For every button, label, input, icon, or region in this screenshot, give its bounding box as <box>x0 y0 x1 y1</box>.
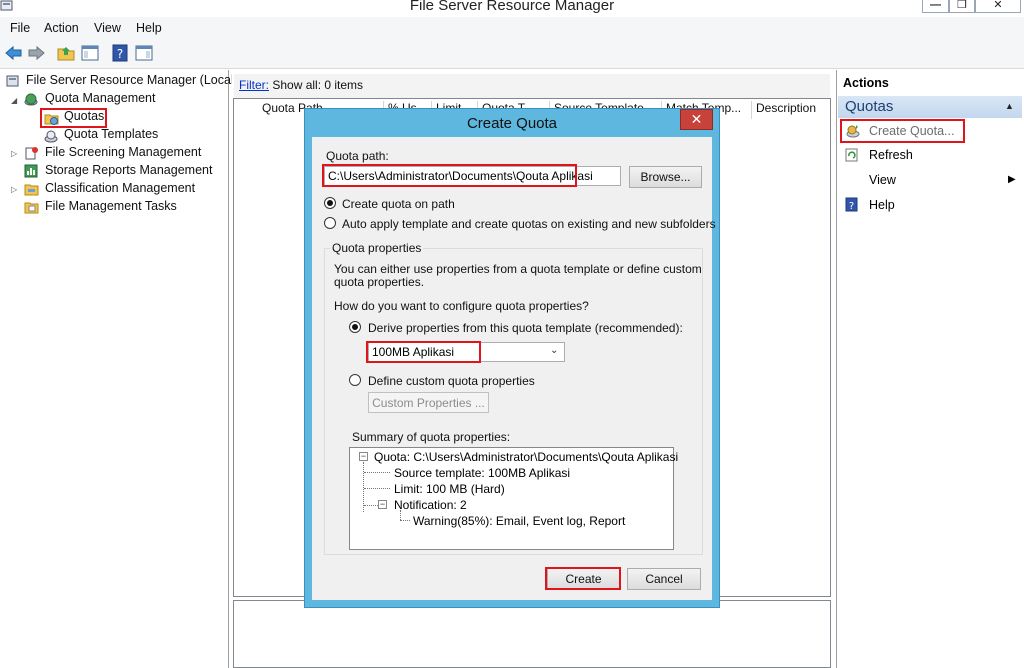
server-manager-icon <box>6 75 19 87</box>
menu-view[interactable]: View <box>94 21 121 35</box>
quota-path-label: Quota path: <box>326 149 389 163</box>
action-help[interactable]: Help <box>869 198 895 218</box>
custom-properties-radio[interactable] <box>349 374 361 386</box>
help-icon[interactable]: ? <box>110 43 130 63</box>
quotas-icon <box>44 114 59 125</box>
derive-template-label: Derive properties from this quota templa… <box>368 321 683 335</box>
svg-text:?: ? <box>849 201 854 212</box>
close-window-button[interactable]: ✕ <box>975 0 1021 13</box>
dropdown-chevron-icon[interactable]: ⌄ <box>550 345 558 356</box>
tree-quota-templates[interactable]: Quota Templates <box>64 127 158 145</box>
action-create-quota[interactable]: Create Quota... <box>869 124 954 144</box>
dialog-close-button[interactable]: ✕ <box>680 109 713 130</box>
action-refresh[interactable]: Refresh <box>869 148 913 168</box>
cancel-button[interactable]: Cancel <box>627 568 701 590</box>
create-highlight-box <box>545 567 621 590</box>
derive-template-radio[interactable] <box>349 321 361 333</box>
column-description[interactable]: Description <box>752 101 828 119</box>
menu-help[interactable]: Help <box>136 21 162 35</box>
collapse-node-icon[interactable]: − <box>359 452 368 461</box>
tree-file-screening[interactable]: File Screening Management <box>45 145 201 163</box>
menu-action[interactable]: Action <box>44 21 79 35</box>
browse-button[interactable]: Browse... <box>629 166 702 188</box>
tree-line <box>364 472 390 473</box>
action-pane-icon[interactable] <box>134 43 154 63</box>
file-management-tasks-icon <box>24 202 39 214</box>
custom-properties-label: Define custom quota properties <box>368 374 535 388</box>
quota-management-icon <box>24 93 38 106</box>
filter-link-label[interactable]: Filter: <box>239 78 269 92</box>
tree-quotas[interactable]: Quotas <box>64 109 104 127</box>
actions-pane <box>836 70 1024 668</box>
window-title: File Server Resource Manager <box>409 0 615 14</box>
dialog-title: Create Quota <box>466 115 558 132</box>
forward-arrow-icon[interactable] <box>26 43 46 63</box>
tree-storage-reports[interactable]: Storage Reports Management <box>45 163 212 181</box>
up-folder-icon[interactable] <box>56 43 76 63</box>
quota-properties-desc-line1: You can either use properties from a quo… <box>334 262 702 276</box>
show-hide-tree-icon[interactable] <box>80 43 100 63</box>
tree-root[interactable]: File Server Resource Manager (Local) <box>26 73 238 91</box>
svg-text:?: ? <box>117 47 123 61</box>
custom-properties-button[interactable]: Custom Properties ... <box>368 392 489 413</box>
action-view[interactable]: View <box>869 173 896 193</box>
collapse-triangle-icon[interactable]: ▲ <box>1005 101 1014 111</box>
file-screening-icon <box>25 147 38 160</box>
auto-apply-label: Auto apply template and create quotas on… <box>342 217 716 231</box>
tree-classification[interactable]: Classification Management <box>45 181 195 199</box>
auto-apply-radio[interactable] <box>324 217 336 229</box>
filter-link[interactable]: Filter: Show all: 0 items <box>239 78 363 92</box>
quota-properties-label: Quota properties <box>330 241 424 255</box>
template-highlight-box <box>366 341 481 363</box>
help-icon: ? <box>845 197 858 212</box>
summary-warning: Warning(85%): Email, Event log, Report <box>413 514 626 528</box>
collapse-node-icon[interactable]: − <box>378 500 387 509</box>
summary-notification: Notification: 2 <box>394 498 467 512</box>
tree-line <box>364 488 390 489</box>
maximize-button[interactable]: ❐ <box>949 0 975 13</box>
tree-file-management-tasks[interactable]: File Management Tasks <box>45 199 177 217</box>
filter-status: Show all: 0 items <box>272 78 364 92</box>
create-on-path-radio[interactable] <box>324 197 336 209</box>
expand-arrow-icon[interactable]: ▷ <box>11 149 17 158</box>
tree-line <box>400 510 401 520</box>
refresh-icon <box>845 148 858 162</box>
tree-line <box>400 520 410 521</box>
storage-reports-icon <box>24 164 38 178</box>
actions-group-label: Quotas <box>845 98 894 115</box>
summary-label: Summary of quota properties: <box>352 430 511 444</box>
back-arrow-icon[interactable] <box>4 43 24 63</box>
tree-line <box>364 505 378 506</box>
expand-arrow-icon[interactable]: ▷ <box>11 185 17 194</box>
actions-header: Actions <box>843 76 889 90</box>
configure-question: How do you want to configure quota prope… <box>334 299 589 313</box>
menu-file[interactable]: File <box>10 21 30 35</box>
classification-icon <box>24 184 39 196</box>
quota-path-highlight-box <box>322 164 577 187</box>
collapse-arrow-icon[interactable]: ◢ <box>11 96 17 105</box>
create-quota-icon <box>846 125 860 138</box>
create-on-path-label: Create quota on path <box>342 197 455 211</box>
summary-quota: Quota: C:\Users\Administrator\Documents\… <box>374 450 679 464</box>
quota-properties-desc-line2: quota properties. <box>334 275 425 289</box>
quota-templates-icon <box>44 130 58 143</box>
tree-quota-management[interactable]: Quota Management <box>45 91 156 109</box>
minimize-button[interactable]: — <box>922 0 949 13</box>
summary-limit: Limit: 100 MB (Hard) <box>394 482 505 496</box>
details-pane <box>233 600 831 668</box>
summary-source-template: Source template: 100MB Aplikasi <box>394 466 571 480</box>
submenu-arrow-icon[interactable]: ▶ <box>1008 174 1016 185</box>
